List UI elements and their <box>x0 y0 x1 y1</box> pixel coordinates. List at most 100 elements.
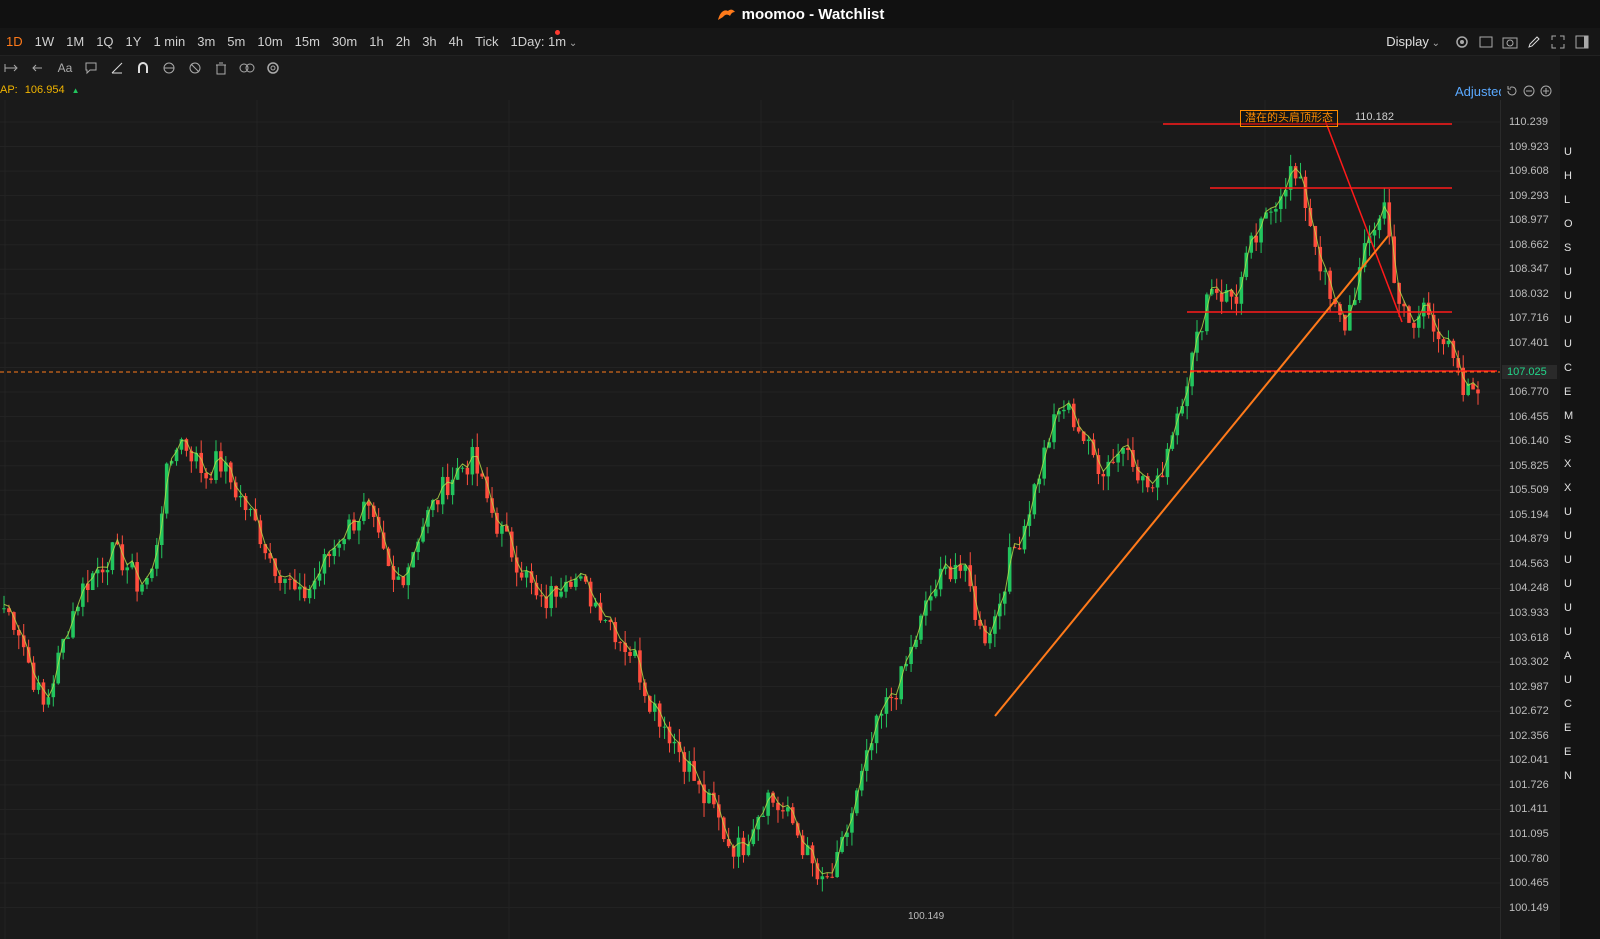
camera-icon[interactable] <box>1502 34 1518 50</box>
panel-row-fragment: H <box>1564 170 1572 182</box>
price-tick: 108.032 <box>1509 287 1549 300</box>
candle-body <box>1214 288 1219 293</box>
price-tick: 110.239 <box>1509 116 1548 128</box>
candle-body <box>307 589 312 599</box>
candle-body <box>647 696 652 712</box>
candle-body <box>1412 322 1416 328</box>
line-tool-icon[interactable] <box>108 59 126 77</box>
pencil-icon[interactable] <box>1526 34 1542 50</box>
candle-body <box>1062 409 1066 412</box>
candle-body <box>830 876 835 878</box>
candle-body <box>549 585 554 609</box>
sidebar-toggle-icon[interactable] <box>1574 34 1590 50</box>
tf-tick[interactable]: Tick <box>469 34 504 49</box>
tf-1d[interactable]: 1D <box>0 34 29 49</box>
candle-body <box>569 581 573 587</box>
panel-row-fragment: M <box>1564 410 1574 422</box>
pattern-annotation[interactable]: 潜在的头肩顶形态 <box>1240 110 1338 127</box>
arrow-left-icon[interactable] <box>30 59 48 77</box>
candle-body <box>628 652 632 656</box>
candle-body <box>672 741 677 744</box>
candle-body <box>278 576 282 583</box>
period-selector[interactable]: 1Day: 1m <box>504 34 583 49</box>
tf-3h[interactable]: 3h <box>416 34 442 49</box>
lock-drawing-icon[interactable] <box>160 59 178 77</box>
panel-row-fragment: U <box>1564 578 1572 590</box>
price-tick: 100.780 <box>1509 852 1549 865</box>
candle-body <box>825 876 830 878</box>
price-tick: 107.716 <box>1509 312 1549 325</box>
tf-1h[interactable]: 1h <box>363 34 389 49</box>
tf-1y[interactable]: 1Y <box>120 34 148 49</box>
candle-body <box>1101 474 1106 477</box>
panel-row-fragment: X <box>1564 458 1572 470</box>
panel-row-fragment: C <box>1564 698 1572 710</box>
price-tick: 104.879 <box>1509 533 1549 546</box>
candle-body <box>406 567 411 586</box>
tf-10m[interactable]: 10m <box>251 34 288 49</box>
panel-row-fragment: U <box>1564 506 1572 518</box>
tf-1q[interactable]: 1Q <box>90 34 119 49</box>
layout-icon[interactable] <box>1478 34 1494 50</box>
candle-body <box>337 544 342 548</box>
candle-body <box>465 467 470 475</box>
price-tick: 103.618 <box>1509 631 1549 644</box>
candle-body <box>1150 487 1155 489</box>
comment-icon[interactable] <box>82 59 100 77</box>
panel-row-fragment: O <box>1564 218 1573 230</box>
tf-1m[interactable]: 1M <box>60 34 90 49</box>
candle-body <box>781 810 785 812</box>
hide-drawing-icon[interactable] <box>186 59 204 77</box>
panel-row-fragment: U <box>1564 338 1572 350</box>
candle-body <box>519 572 524 578</box>
price-tick: 108.977 <box>1509 214 1549 227</box>
tf-1min[interactable]: 1 min <box>147 34 191 49</box>
candlestick-chart[interactable] <box>0 100 1500 939</box>
candle-body <box>736 837 741 857</box>
adjust-controls <box>1505 84 1552 97</box>
candle-body <box>288 578 292 580</box>
reset-icon[interactable] <box>1505 84 1518 97</box>
trash-icon[interactable] <box>212 59 230 77</box>
tf-5m[interactable]: 5m <box>221 34 251 49</box>
notification-dot <box>555 30 560 35</box>
price-tick: 106.455 <box>1509 410 1549 423</box>
tf-30m[interactable]: 30m <box>326 34 363 49</box>
zoom-out-icon[interactable] <box>1522 84 1535 97</box>
panel-row-fragment: U <box>1564 554 1572 566</box>
candle-body <box>1446 340 1451 345</box>
candle-body <box>219 451 223 472</box>
settings-icon[interactable] <box>264 59 282 77</box>
candle-body <box>1441 339 1446 345</box>
candle-body <box>1160 475 1165 478</box>
price-axis[interactable]: 110.239 109.923 109.608 109.293 108.977 108.6… <box>1500 100 1561 939</box>
candle-body <box>1007 547 1012 592</box>
text-tool-icon[interactable]: Aa <box>56 59 74 77</box>
candle-body <box>460 467 465 469</box>
zoom-in-icon[interactable] <box>1539 84 1552 97</box>
candle-body <box>1140 476 1145 481</box>
tf-1w[interactable]: 1W <box>29 34 61 49</box>
price-tick: 103.302 <box>1509 656 1549 669</box>
display-button[interactable]: Display <box>1380 34 1446 49</box>
candle-body <box>100 569 105 573</box>
fullscreen-icon[interactable] <box>1550 34 1566 50</box>
trend-line <box>994 235 1389 717</box>
cursor-mode-icon[interactable] <box>4 59 22 77</box>
tf-15m[interactable]: 15m <box>289 34 326 49</box>
price-tick: 105.509 <box>1509 484 1549 497</box>
candle-body <box>401 576 406 586</box>
panel-row-fragment: S <box>1564 434 1572 446</box>
gear-icon[interactable] <box>1454 34 1470 50</box>
magnet-icon[interactable] <box>134 59 152 77</box>
up-arrow-icon: ▲ <box>71 86 80 95</box>
compare-icon[interactable] <box>238 59 256 77</box>
tf-4h[interactable]: 4h <box>443 34 469 49</box>
adjusted-button[interactable]: Adjusted <box>1455 84 1501 99</box>
price-tick: 100.465 <box>1509 877 1549 890</box>
candle-body <box>209 478 213 481</box>
tf-2h[interactable]: 2h <box>390 34 416 49</box>
price-tick: 102.672 <box>1509 705 1549 718</box>
candle-body <box>470 447 475 475</box>
tf-3m[interactable]: 3m <box>191 34 221 49</box>
